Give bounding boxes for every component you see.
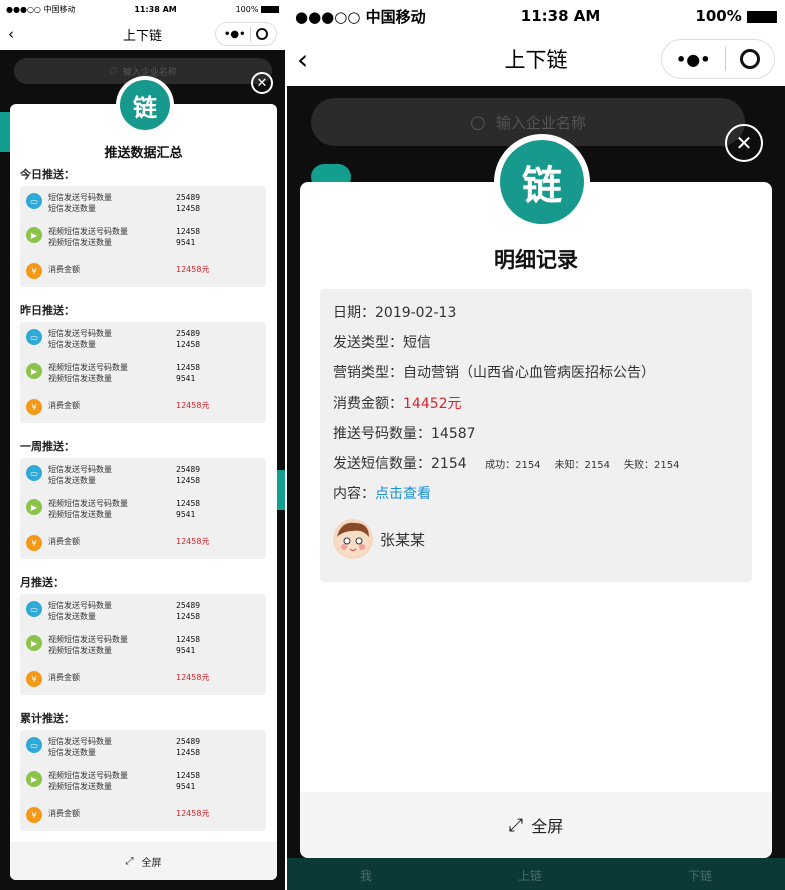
detail-content: 内容：点击查看 (333, 486, 431, 502)
close-icon[interactable]: ✕ (725, 124, 763, 162)
battery-icon (746, 10, 777, 23)
spend-value: 14452元 (403, 396, 462, 412)
detail-marketing-type: 营销类型：自动营销（山西省心血管病医招标公告） (333, 365, 655, 381)
close-icon[interactable]: ✕ (251, 72, 273, 94)
logo: 链 (116, 76, 174, 134)
nav-bar: ‹ 上下链 •●• (0, 18, 285, 50)
battery-text: 100% (695, 7, 777, 25)
user-name: 张某某 (380, 531, 426, 549)
summary-modal: 推送数据汇总 今日推送： ▭ 短信发送号码数量 短信发送数量 25489 12458 ▶… (10, 104, 277, 880)
video-icon: ▶ (26, 635, 42, 651)
fullscreen-button[interactable]: ⤢ 全屏 (300, 792, 772, 858)
video-icon: ▶ (26, 499, 42, 515)
more-icon[interactable]: •●• (224, 29, 246, 40)
detail-date: 日期：2019-02-13 (333, 305, 457, 321)
detail-sms-count: 发送短信数量：2154 成功：2154 未知：2154 失败：2154 (333, 456, 680, 472)
avatar (333, 519, 373, 559)
logo: 链 (494, 134, 590, 230)
battery-text: 100% (236, 5, 279, 14)
close-mini-program-icon[interactable] (739, 49, 760, 69)
coin-icon: ¥ (26, 399, 42, 415)
unknown-count: 未知：2154 (554, 460, 610, 471)
capsule-menu: •●• (215, 22, 277, 46)
modal-title: 推送数据汇总 (104, 146, 183, 161)
tab-bar: 我 上链 下链 (287, 858, 785, 890)
sms-icon: ▭ (26, 329, 42, 345)
stats-card-total: ▭ 短信发送号码数量 短信发送数量 25489 12458 ▶ 视频短信发送号码数量 视频短… (20, 730, 266, 831)
stats-card-month: ▭ 短信发送号码数量 短信发送数量 25489 12458 ▶ 视频短信发送号码数量 视频短… (20, 594, 266, 695)
carrier-text: ●●●○○ 中国移动 (295, 7, 426, 26)
search-placeholder: 输入企业名称 (495, 113, 586, 132)
stats-card-today: ▭ 短信发送号码数量 短信发送数量 25489 12458 ▶ 视频短信发送号码数量 视频短… (20, 186, 266, 287)
left-phone-screen: ●●●○○ 中国移动 11:38 AM 100% ‹ 上下链 •●• ○ 输入企… (0, 0, 285, 890)
carrier-text: ●●●○○ 中国移动 (6, 4, 76, 14)
detail-send-type: 发送类型：短信 (333, 335, 431, 351)
tab-downstream[interactable]: 下链 (688, 867, 712, 884)
sms-icon: ▭ (26, 465, 42, 481)
section-title-month: 月推送： (20, 576, 64, 589)
battery-icon (261, 5, 279, 13)
fail-count: 失败：2154 (624, 460, 680, 471)
time-text: 11:38 AM (520, 7, 601, 25)
coin-icon: ¥ (26, 671, 42, 687)
more-icon[interactable]: •●• (676, 50, 710, 69)
right-phone-screen: ●●●○○ 中国移动 11:38 AM 100% ‹ 上下链 •●• ○ 输入企… (287, 0, 785, 890)
video-icon: ▶ (26, 227, 42, 243)
coin-icon: ¥ (26, 807, 42, 823)
coin-icon: ¥ (26, 535, 42, 551)
status-bar: ●●●○○ 中国移动 11:38 AM 100% (287, 0, 785, 32)
detail-push-count: 推送号码数量：14587 (333, 426, 476, 442)
section-title-today: 今日推送： (20, 168, 75, 181)
logo-icon: 链 (500, 140, 584, 224)
sms-icon: ▭ (26, 601, 42, 617)
close-mini-program-icon[interactable] (255, 28, 268, 40)
tab-upstream[interactable]: 上链 (518, 867, 542, 884)
capsule-menu: •●• (661, 39, 775, 79)
logo-icon: 链 (120, 80, 170, 130)
expand-icon: ⤢ (508, 814, 524, 836)
detail-modal: 明细记录 日期：2019-02-13 发送类型：短信 营销类型：自动营销（山西省… (300, 182, 772, 858)
detail-box: 日期：2019-02-13 发送类型：短信 营销类型：自动营销（山西省心血管病医… (320, 289, 752, 582)
stats-card-yesterday: ▭ 短信发送号码数量 短信发送数量 25489 12458 ▶ 视频短信发送号码数量 视频短… (20, 322, 266, 423)
section-title-total: 累计推送： (20, 712, 75, 725)
expand-icon: ⤢ (125, 855, 134, 867)
nav-title: 上下链 (504, 48, 568, 72)
nav-title: 上下链 (122, 28, 162, 44)
search-icon: ○ (470, 111, 486, 133)
status-bar: ●●●○○ 中国移动 11:38 AM 100% (0, 0, 285, 18)
fullscreen-label: 全屏 (531, 817, 564, 836)
modal-title: 明细记录 (494, 248, 578, 272)
nav-bar: ‹ 上下链 •●• (287, 32, 785, 86)
time-text: 11:38 AM (134, 4, 177, 14)
video-icon: ▶ (26, 363, 42, 379)
view-content-link[interactable]: 点击查看 (375, 486, 431, 502)
tab-me[interactable]: 我 (360, 867, 372, 884)
section-title-yesterday: 昨日推送： (20, 304, 75, 317)
fullscreen-label: 全屏 (141, 857, 162, 869)
stats-card-week: ▭ 短信发送号码数量 短信发送数量 25489 12458 ▶ 视频短信发送号码数量 视频短… (20, 458, 266, 559)
back-icon[interactable]: ‹ (8, 25, 14, 43)
coin-icon: ¥ (26, 263, 42, 279)
section-title-week: 一周推送： (20, 440, 75, 453)
sms-icon: ▭ (26, 193, 42, 209)
detail-spend: 消费金额：14452元 (333, 396, 462, 412)
sms-icon: ▭ (26, 737, 42, 753)
video-icon: ▶ (26, 771, 42, 787)
search-icon: ○ (109, 66, 117, 76)
success-count: 成功：2154 (485, 460, 541, 471)
fullscreen-button[interactable]: ⤢ 全屏 (10, 842, 277, 880)
back-icon[interactable]: ‹ (297, 43, 308, 76)
